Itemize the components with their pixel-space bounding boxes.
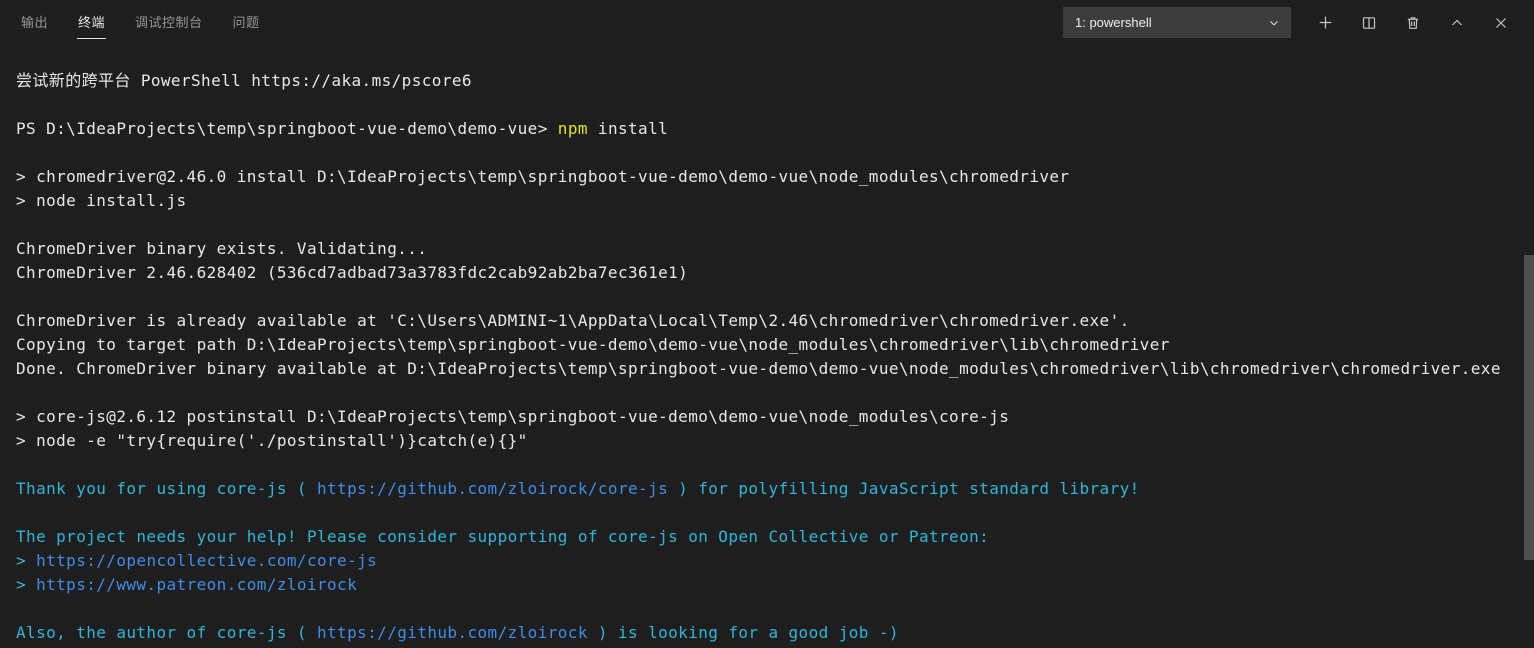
trash-icon (1405, 15, 1421, 31)
terminal-text: Also, the author of core-js ( (16, 623, 307, 642)
terminal-instance-label: 1: powershell (1075, 15, 1152, 30)
close-panel-button[interactable] (1487, 9, 1515, 37)
terminal-line: 尝试新的跨平台 PowerShell https://aka.ms/pscore… (16, 69, 1520, 93)
terminal-text: ChromeDriver is already available at 'C:… (16, 311, 1130, 330)
new-terminal-button[interactable] (1311, 9, 1339, 37)
terminal-text: ) is looking for a good job -) (597, 623, 899, 642)
terminal-line: PS D:\IdeaProjects\temp\springboot-vue-d… (16, 117, 1520, 141)
terminal-text: 尝试新的跨平台 PowerShell https://aka.ms/pscore… (16, 71, 472, 90)
panel-header: 输出 终端 调试控制台 问题 1: powershell (0, 0, 1534, 45)
terminal-text: > core-js@2.6.12 postinstall D:\IdeaProj… (16, 407, 1010, 426)
split-terminal-button[interactable] (1355, 9, 1383, 37)
tab-output[interactable]: 输出 (20, 0, 49, 45)
terminal-text: Thank you for using core-js ( (16, 479, 307, 498)
terminal-text: > (16, 575, 37, 594)
terminal-text: > chromedriver@2.46.0 install D:\IdeaPro… (16, 167, 1070, 186)
terminal-line: > node install.js (16, 189, 1520, 213)
terminal-line: > https://www.patreon.com/zloirock (16, 573, 1520, 597)
terminal-text: ChromeDriver 2.46.628402 (536cd7adbad73a… (16, 263, 689, 282)
terminal-line: Copying to target path D:\IdeaProjects\t… (16, 333, 1520, 357)
terminal-link[interactable]: https://github.com/zloirock (307, 623, 598, 642)
tab-problems[interactable]: 问题 (232, 0, 261, 45)
terminal-line: ChromeDriver is already available at 'C:… (16, 309, 1520, 333)
terminal-line: Thank you for using core-js ( https://gi… (16, 477, 1520, 501)
terminal-line: ChromeDriver binary exists. Validating..… (16, 237, 1520, 261)
tab-problems-label: 问题 (232, 15, 260, 30)
tab-output-label: 输出 (21, 15, 49, 30)
terminal-text: PS D:\IdeaProjects\temp\springboot-vue-d… (16, 119, 558, 138)
tab-terminal-label: 终端 (78, 15, 106, 30)
terminal-instance-select[interactable]: 1: powershell (1063, 7, 1291, 38)
terminal-text: install (587, 119, 669, 138)
panel-actions: 1: powershell (1063, 0, 1515, 45)
tab-debug-console-label: 调试控制台 (135, 15, 203, 30)
terminal-scrollbar[interactable] (1524, 255, 1534, 560)
chevron-down-icon (1267, 16, 1281, 30)
tab-terminal[interactable]: 终端 (77, 0, 107, 45)
chevron-up-icon (1449, 15, 1465, 31)
terminal-text: ) for polyfilling JavaScript standard li… (678, 479, 1140, 498)
split-terminal-icon (1361, 15, 1377, 31)
terminal-line: ChromeDriver 2.46.628402 (536cd7adbad73a… (16, 261, 1520, 285)
terminal-line: Also, the author of core-js ( https://gi… (16, 621, 1520, 645)
terminal-text: ChromeDriver binary exists. Validating..… (16, 239, 428, 258)
terminal-text: > node install.js (16, 191, 187, 210)
terminal-text: Copying to target path D:\IdeaProjects\t… (16, 335, 1170, 354)
maximize-panel-button[interactable] (1443, 9, 1471, 37)
tab-debug-console[interactable]: 调试控制台 (134, 0, 204, 45)
terminal-text: Done. ChromeDriver binary available at D… (16, 359, 1501, 378)
terminal-line: > core-js@2.6.12 postinstall D:\IdeaProj… (16, 405, 1520, 429)
terminal-line: > chromedriver@2.46.0 install D:\IdeaPro… (16, 165, 1520, 189)
terminal-line: > https://opencollective.com/core-js (16, 549, 1520, 573)
kill-terminal-button[interactable] (1399, 9, 1427, 37)
terminal-line: > node -e "try{require('./postinstall')}… (16, 429, 1520, 453)
close-icon (1493, 15, 1509, 31)
terminal-output[interactable]: 尝试新的跨平台 PowerShell https://aka.ms/pscore… (0, 45, 1520, 648)
terminal-link[interactable]: https://opencollective.com/core-js (36, 551, 387, 570)
terminal-text: > (16, 551, 37, 570)
terminal-line: The project needs your help! Please cons… (16, 525, 1520, 549)
plus-icon (1317, 14, 1334, 31)
terminal-text: > node -e "try{require('./postinstall')}… (16, 431, 528, 450)
terminal-line: Done. ChromeDriver binary available at D… (16, 357, 1520, 381)
terminal-link[interactable]: https://www.patreon.com/zloirock (36, 575, 367, 594)
terminal-link[interactable]: https://github.com/zloirock/core-js (307, 479, 678, 498)
terminal-text: The project needs your help! Please cons… (16, 527, 1000, 546)
terminal-text: npm (557, 119, 588, 138)
